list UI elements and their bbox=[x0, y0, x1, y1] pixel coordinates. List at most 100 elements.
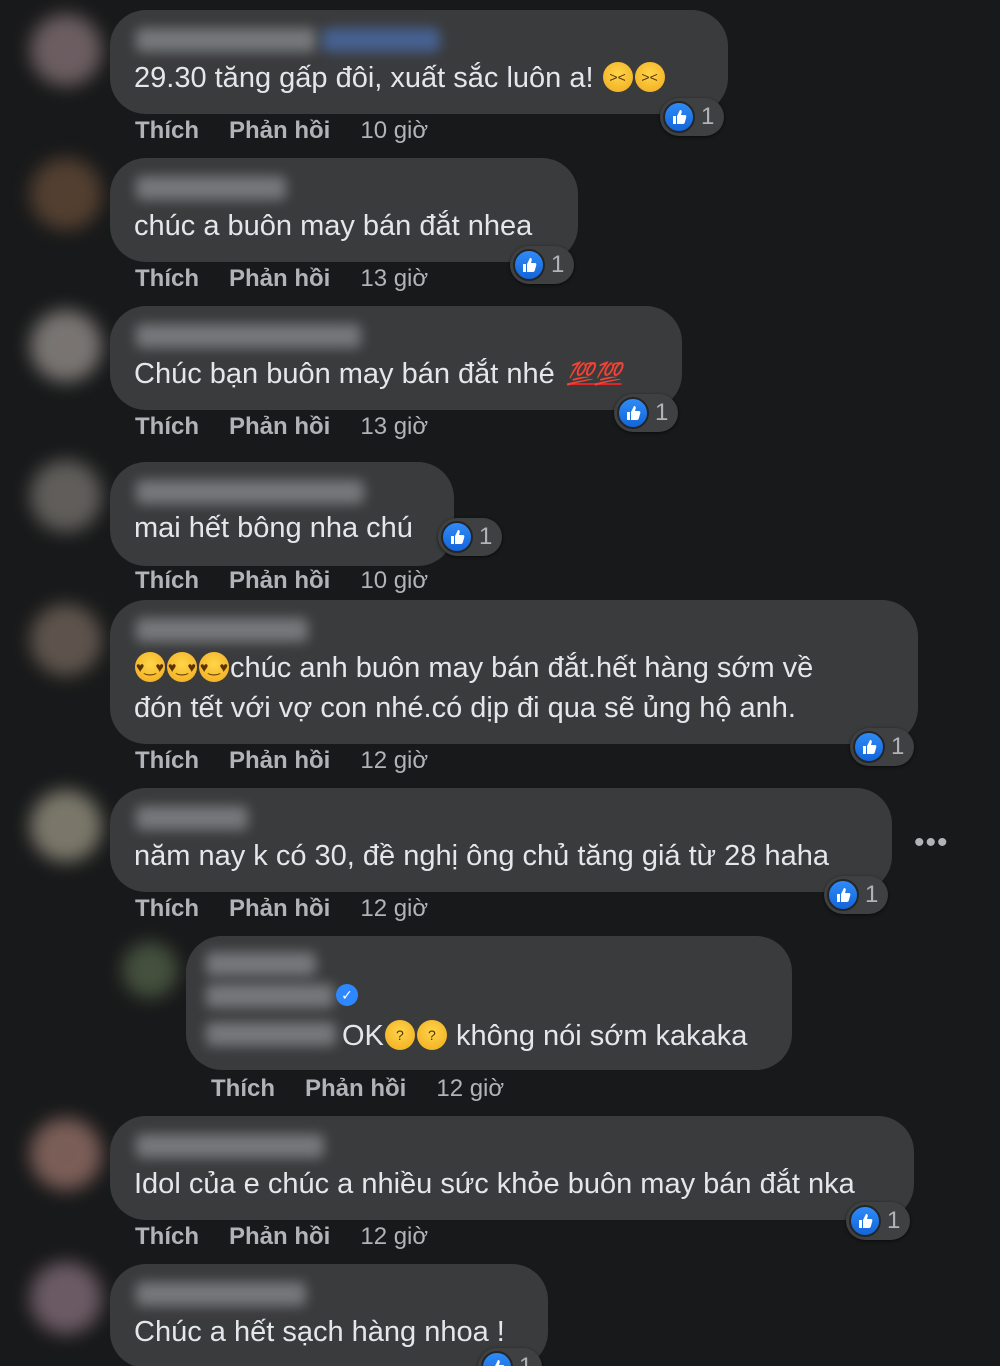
reaction-count[interactable]: 1 bbox=[510, 246, 575, 284]
avatar[interactable] bbox=[30, 1262, 102, 1334]
reply-avatar[interactable] bbox=[122, 942, 178, 998]
commenter-name-blurred[interactable] bbox=[206, 952, 316, 976]
avatar[interactable] bbox=[30, 790, 102, 862]
commenter-name-blurred[interactable] bbox=[206, 984, 334, 1008]
reaction-count-value: 1 bbox=[701, 103, 715, 130]
comment-text-body: OK bbox=[342, 1020, 384, 1052]
reply-button[interactable]: Phản hồi bbox=[229, 747, 330, 774]
thumbs-up-icon bbox=[853, 731, 885, 763]
comment-thread: 29.30 tăng gấp đôi, xuất sắc luôn a! >< >… bbox=[0, 0, 1000, 1366]
like-button[interactable]: Thích bbox=[135, 1223, 199, 1250]
comment-timestamp[interactable]: 12 giờ bbox=[360, 747, 428, 774]
comment-text: Idol của e chúc a nhiều sức khỏe buôn ma… bbox=[134, 1164, 855, 1204]
squinting-tongue-emoji-icon: >< bbox=[602, 62, 633, 92]
avatar[interactable] bbox=[30, 1118, 102, 1190]
comment-text-body: 29.30 tăng gấp đôi, xuất sắc luôn a! bbox=[134, 62, 594, 94]
like-button[interactable]: Thích bbox=[135, 895, 199, 922]
avatar[interactable] bbox=[30, 460, 102, 532]
reply-button[interactable]: Phản hồi bbox=[305, 1075, 406, 1102]
commenter-name-blurred[interactable] bbox=[136, 28, 316, 52]
comment-timestamp[interactable]: 10 giờ bbox=[360, 567, 428, 594]
more-options-icon[interactable]: ••• bbox=[914, 826, 949, 860]
reply-button[interactable]: Phản hồi bbox=[229, 265, 330, 292]
comment-actions: Thích Phản hồi 12 giờ bbox=[135, 894, 428, 924]
comment-actions: Thích Phản hồi 12 giờ bbox=[135, 1222, 428, 1252]
avatar[interactable] bbox=[30, 604, 102, 676]
thumbs-up-icon bbox=[513, 249, 545, 281]
comment-timestamp[interactable]: 13 giờ bbox=[360, 413, 428, 440]
comment-text-body: mai hết bông nha chú bbox=[134, 512, 413, 544]
reaction-count-value: 1 bbox=[887, 1207, 901, 1234]
commenter-name-blurred[interactable] bbox=[136, 324, 361, 348]
comment-bubble: năm nay k có 30, đề nghị ông chủ tăng gi… bbox=[110, 788, 892, 892]
reply-button[interactable]: Phản hồi bbox=[229, 895, 330, 922]
comment-timestamp[interactable]: 12 giờ bbox=[360, 895, 428, 922]
reaction-count-value: 1 bbox=[551, 251, 565, 278]
reaction-count[interactable]: 1 bbox=[614, 394, 679, 432]
comment-timestamp[interactable]: 10 giờ bbox=[360, 117, 428, 144]
comment-text: Chúc bạn buôn may bán đắt nhé 💯💯 bbox=[134, 354, 622, 394]
thinking-face-emoji-icon: ? bbox=[416, 1020, 447, 1050]
comment-actions: Thích Phản hồi 13 giờ bbox=[135, 264, 428, 294]
comment-text: chúc a buôn may bán đắt nhea bbox=[134, 206, 532, 246]
commenter-name-blurred[interactable] bbox=[136, 176, 286, 200]
thumbs-up-icon bbox=[441, 521, 473, 553]
commenter-name-blurred[interactable] bbox=[136, 806, 248, 830]
comment-timestamp[interactable]: 13 giờ bbox=[360, 265, 428, 292]
reaction-count[interactable]: 1 bbox=[850, 728, 915, 766]
thumbs-up-icon bbox=[827, 879, 859, 911]
comment-text-body: Idol của e chúc a nhiều sức khỏe buôn ma… bbox=[134, 1168, 855, 1200]
comment-text-body: đón tết với vợ con nhé.có dịp đi qua sẽ … bbox=[134, 692, 796, 724]
comment-actions: Thích Phản hồi 13 giờ bbox=[135, 412, 428, 442]
reply-button[interactable]: Phản hồi bbox=[229, 567, 330, 594]
avatar[interactable] bbox=[30, 310, 102, 382]
like-button[interactable]: Thích bbox=[135, 265, 199, 292]
verified-badge-icon: ✓ bbox=[336, 984, 358, 1006]
comment-text-body: Chúc bạn buôn may bán đắt nhé bbox=[134, 358, 555, 390]
commenter-name-blurred[interactable] bbox=[136, 1134, 324, 1158]
reply-button[interactable]: Phản hồi bbox=[229, 1223, 330, 1250]
comment-text: mai hết bông nha chú bbox=[134, 508, 413, 548]
like-button[interactable]: Thích bbox=[211, 1075, 275, 1102]
smiling-face-with-hearts-emoji-icon: ♥‿♥ bbox=[167, 652, 197, 682]
commenter-name-blurred[interactable] bbox=[206, 1022, 336, 1046]
comment-timestamp[interactable]: 12 giờ bbox=[436, 1075, 504, 1102]
smiling-face-with-hearts-emoji-icon: ♥‿♥ bbox=[135, 652, 165, 682]
reaction-count[interactable]: 1 bbox=[478, 1348, 543, 1366]
comment-timestamp[interactable]: 12 giờ bbox=[360, 1223, 428, 1250]
commenter-tag-blurred[interactable] bbox=[322, 28, 440, 52]
like-button[interactable]: Thích bbox=[135, 567, 199, 594]
like-button[interactable]: Thích bbox=[135, 117, 199, 144]
like-button[interactable]: Thích bbox=[135, 413, 199, 440]
comment-actions: Thích Phản hồi 12 giờ bbox=[135, 746, 428, 776]
comment-actions: Thích Phản hồi 10 giờ bbox=[135, 566, 428, 596]
avatar[interactable] bbox=[30, 14, 102, 86]
reply-button[interactable]: Phản hồi bbox=[229, 413, 330, 440]
comment-text-body: chúc anh buôn may bán đắt.hết hàng sớm v… bbox=[230, 652, 814, 684]
commenter-name-blurred[interactable] bbox=[136, 1282, 306, 1306]
reaction-count[interactable]: 1 bbox=[660, 98, 725, 136]
reaction-count[interactable]: 1 bbox=[846, 1202, 911, 1240]
comment-text-body: năm nay k có 30, đề nghị ông chủ tăng gi… bbox=[134, 840, 829, 872]
comment-text: ♥‿♥ ♥‿♥ ♥‿♥ chúc anh buôn may bán đắt.hết h… bbox=[134, 648, 813, 688]
comment-bubble: mai hết bông nha chú bbox=[110, 462, 454, 566]
commenter-name-blurred[interactable] bbox=[136, 480, 364, 504]
reaction-count-value: 1 bbox=[655, 399, 669, 426]
commenter-name-blurred[interactable] bbox=[136, 618, 308, 642]
squinting-tongue-emoji-icon: >< bbox=[634, 62, 665, 92]
comment-bubble: 29.30 tăng gấp đôi, xuất sắc luôn a! >< >… bbox=[110, 10, 728, 114]
comment-bubble: chúc a buôn may bán đắt nhea bbox=[110, 158, 578, 262]
comment-bubble: Chúc bạn buôn may bán đắt nhé 💯💯 bbox=[110, 306, 682, 410]
comment-actions: Thích Phản hồi 10 giờ bbox=[135, 116, 428, 146]
comment-bubble: ♥‿♥ ♥‿♥ ♥‿♥ chúc anh buôn may bán đắt.hết h… bbox=[110, 600, 918, 744]
like-button[interactable]: Thích bbox=[135, 747, 199, 774]
reply-bubble: ✓ OK?? không nói sớm kakaka bbox=[186, 936, 792, 1070]
avatar[interactable] bbox=[30, 158, 102, 230]
reaction-count-value: 1 bbox=[519, 1353, 532, 1366]
reaction-count-value: 1 bbox=[891, 733, 905, 760]
reply-button[interactable]: Phản hồi bbox=[229, 117, 330, 144]
comment-text-line2: đón tết với vợ con nhé.có dịp đi qua sẽ … bbox=[134, 688, 796, 728]
reaction-count[interactable]: 1 bbox=[438, 518, 503, 556]
reaction-count[interactable]: 1 bbox=[824, 876, 889, 914]
comment-text-body: chúc a buôn may bán đắt nhea bbox=[134, 210, 533, 242]
